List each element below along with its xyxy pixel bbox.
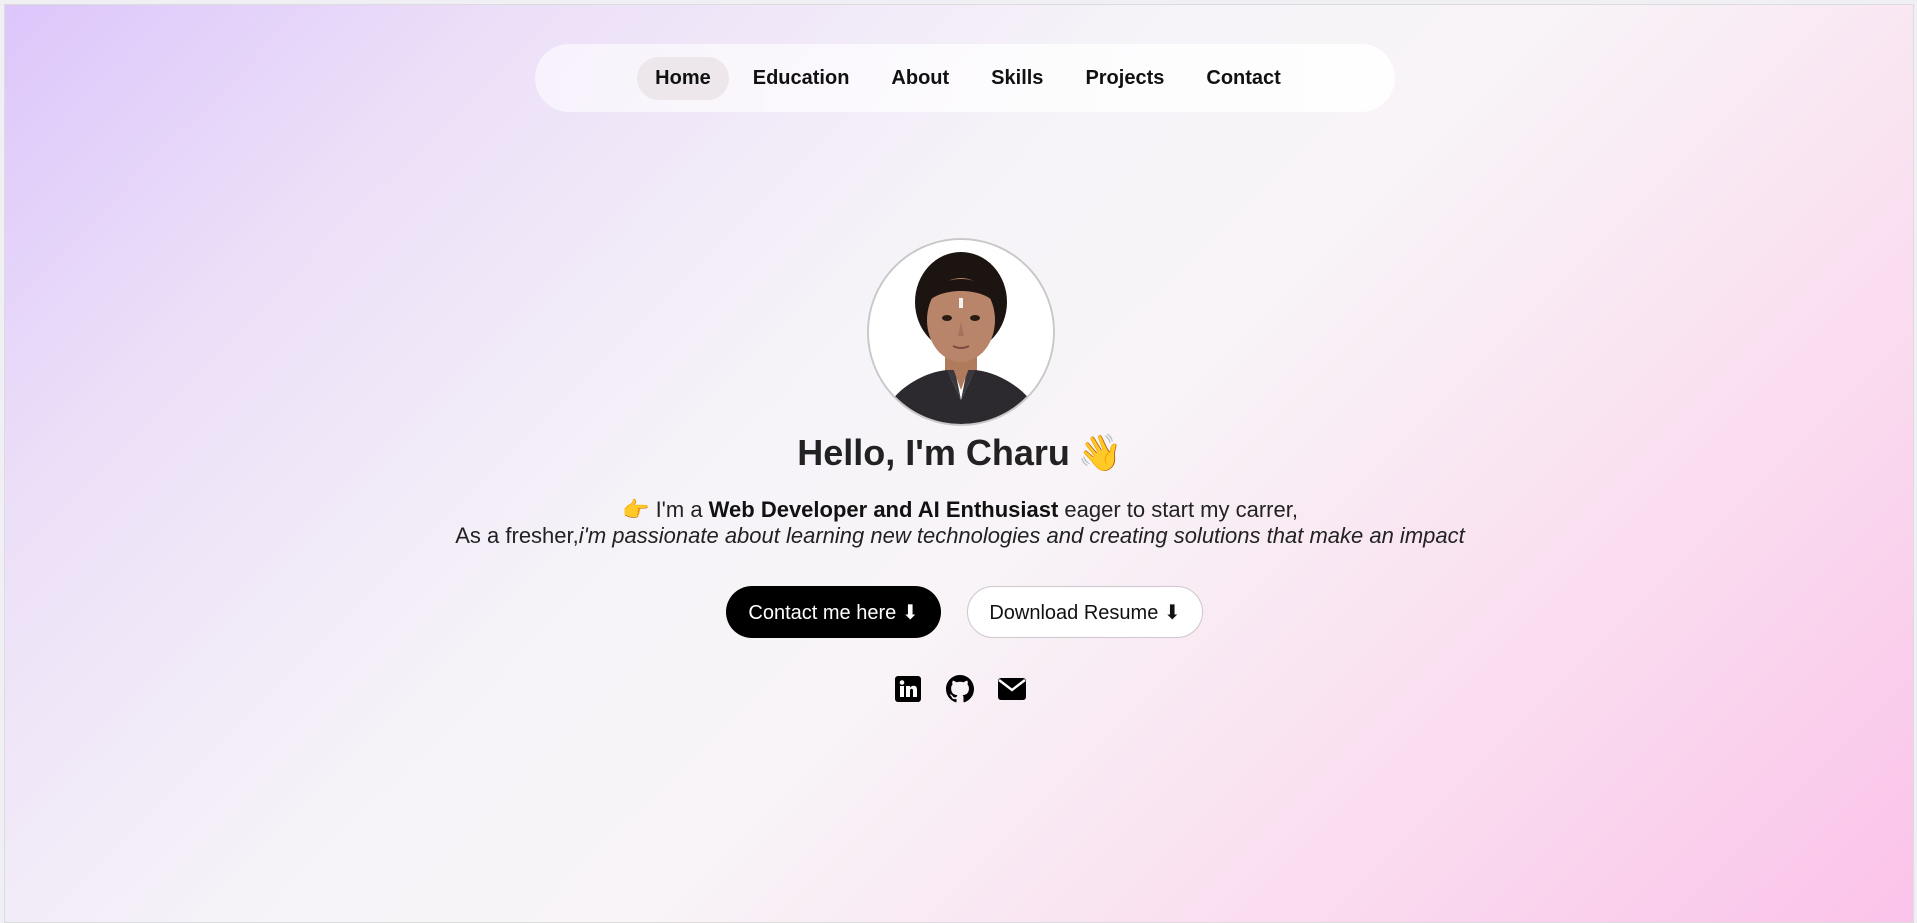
hero-title-text: Hello, I'm Charu <box>797 432 1070 473</box>
nav-item-contact[interactable]: Contact <box>1188 57 1298 100</box>
nav-item-about[interactable]: About <box>873 57 967 100</box>
nav-item-projects[interactable]: Projects <box>1067 57 1182 100</box>
pointing-hand-icon: 👉 <box>622 497 650 522</box>
intro-line-2: As a fresher,i'm passionate about learni… <box>5 523 1913 549</box>
intro-line-1: 👉 I'm a Web Developer and AI Enthusiast … <box>5 497 1913 523</box>
email-icon[interactable] <box>997 674 1027 704</box>
intro-line-1-pre: I'm a <box>655 497 709 522</box>
contact-me-button[interactable]: Contact me here ⬇ <box>726 586 941 638</box>
profile-photo <box>867 238 1055 426</box>
intro-line-2-pre: As a fresher, <box>455 523 579 548</box>
linkedin-icon[interactable] <box>893 674 923 704</box>
social-links <box>5 674 1913 704</box>
profile-photo-illustration <box>869 240 1053 424</box>
nav-item-skills[interactable]: Skills <box>973 57 1061 100</box>
navbar: Home Education About Skills Projects Con… <box>535 44 1395 112</box>
nav-item-home[interactable]: Home <box>637 56 729 100</box>
waving-hand-icon: 👋 <box>1077 432 1123 473</box>
intro-line-1-post: eager to start my carrer, <box>1058 497 1298 522</box>
intro-role: Web Developer and AI Enthusiast <box>708 497 1059 522</box>
intro-text: 👉 I'm a Web Developer and AI Enthusiast … <box>5 497 1913 549</box>
page-frame: Home Education About Skills Projects Con… <box>4 4 1914 923</box>
hero-title: Hello, I'm Charu 👋 <box>5 430 1913 476</box>
nav-item-education[interactable]: Education <box>735 57 868 100</box>
download-resume-button[interactable]: Download Resume ⬇ <box>967 586 1203 638</box>
intro-line-2-italic: i'm passionate about learning new techno… <box>578 523 1465 548</box>
github-icon[interactable] <box>945 674 975 704</box>
